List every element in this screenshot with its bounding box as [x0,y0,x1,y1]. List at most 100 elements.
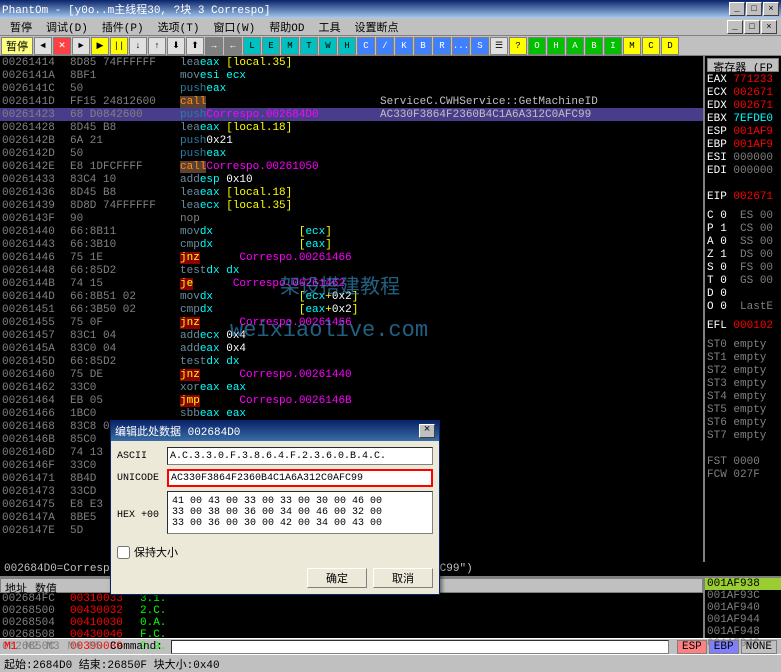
disasm-row[interactable]: 0026144066:8B11mov dx,word ptr ds:[ecx] [0,225,703,238]
tool-refs-icon[interactable]: R [433,37,451,55]
tool-b-icon[interactable]: B [585,37,603,55]
registers-panel[interactable]: 寄存器 (FP EAX 771233ECX 002671EDX 002671EB… [703,56,781,562]
disasm-row[interactable]: 0026142EE8 1DFCFFFFcall Correspo.0026105… [0,160,703,173]
disasm-row[interactable]: 0026144866:85D2test dx,dx [0,264,703,277]
m3[interactable]: M3 [46,641,59,653]
disasm-row[interactable]: 002614398D8D 74FFFFFFlea ecx,[local.35] [0,199,703,212]
tool-breakpoints-icon[interactable]: B [414,37,432,55]
window-title: PhantOm - [y0o..m主线程30, ?块 3 Correspo] [2,1,729,17]
disasm-row[interactable]: 0026141DFF15 24812600call dword ptr ds:[… [0,95,703,108]
tool-back-icon[interactable]: ◄ [34,37,52,55]
close-button[interactable]: × [763,2,779,16]
tool-log-icon[interactable]: L [243,37,261,55]
tool-memory-icon[interactable]: M [281,37,299,55]
stack-top: 001AF938 [705,578,781,590]
tool-c-icon[interactable]: C [642,37,660,55]
tool-pause-icon[interactable]: || [110,37,128,55]
command-input[interactable] [171,640,669,654]
tool-settings-icon[interactable]: ☰ [490,37,508,55]
disasm-row[interactable]: 0026143383C4 10add esp,0x10 [0,173,703,186]
disasm-row[interactable]: 0026145575 0Fjnz short Correspo.00261466 [0,316,703,329]
disasm-row[interactable]: 002614148D85 74FFFFFFlea eax,[local.35] [0,56,703,69]
hex-label: HEX +00 [117,510,167,521]
disasm-row[interactable]: 002614661BC0sbb eax,eax [0,407,703,420]
disasm-row[interactable]: 0026143F90nop [0,212,703,225]
tool-help-icon[interactable]: ? [509,37,527,55]
tool-a-icon[interactable]: A [566,37,584,55]
cancel-button[interactable]: 取消 [373,568,433,588]
disasm-row[interactable]: 002614368D45 B8lea eax,[local.18] [0,186,703,199]
keep-size-checkbox[interactable] [117,546,130,559]
disasm-row[interactable]: 00261464EB 05jmp short Correspo.0026146B [0,394,703,407]
tool-run-trace-icon[interactable]: ... [452,37,470,55]
tool-i-icon[interactable]: I [604,37,622,55]
disasm-row[interactable]: 0026142368 D0842600push Correspo.002684D… [0,108,703,121]
tool-windows-icon[interactable]: W [319,37,337,55]
menu-pause[interactable]: 暂停 [4,18,38,36]
tool-handles-icon[interactable]: H [338,37,356,55]
disasm-row[interactable]: 0026142B6A 21push 0x21 [0,134,703,147]
tool-h-icon[interactable]: H [547,37,565,55]
tool-o-icon[interactable]: O [528,37,546,55]
tool-close-icon[interactable]: ✕ [53,37,71,55]
dialog-close-button[interactable]: × [419,424,435,438]
disasm-row[interactable]: 0026145D66:85D2test dx,dx [0,355,703,368]
menu-help[interactable]: 帮助OD [263,18,310,36]
tool-step-in-icon[interactable]: ↓ [129,37,147,55]
tool-run-icon[interactable]: ▶ [91,37,109,55]
disasm-row[interactable]: 0026141A8BF1mov esi,ecx [0,69,703,82]
disasm-row[interactable]: 0026144B74 15je short Correspo.00261462 [0,277,703,290]
menu-options[interactable]: 选项(T) [152,18,206,36]
hex-display[interactable]: 41 00 43 00 33 00 33 00 30 00 46 00 33 0… [167,491,433,534]
menu-breakpoints[interactable]: 设置断点 [348,18,404,36]
child-maximize-button[interactable]: □ [744,20,760,34]
tool-m-icon[interactable]: M [623,37,641,55]
tool-source-icon[interactable]: S [471,37,489,55]
tool-step-over-icon[interactable]: ↑ [148,37,166,55]
m2[interactable]: M2 [25,641,38,653]
tool-d-icon[interactable]: D [661,37,679,55]
disasm-row[interactable]: 0026142D50push eax [0,147,703,160]
unicode-input[interactable] [167,469,433,487]
menu-window[interactable]: 窗口(W) [207,18,261,36]
tool-goto-icon[interactable]: → [205,37,223,55]
m5[interactable]: M5 [89,641,102,653]
disasm-row[interactable]: 0026144366:3B10cmp dx,word ptr ds:[eax] [0,238,703,251]
tag-ebp[interactable]: EBP [709,640,739,654]
tool-threads-icon[interactable]: T [300,37,318,55]
tool-callstack-icon[interactable]: K [395,37,413,55]
menu-debug[interactable]: 调试(D) [40,18,94,36]
disasm-row[interactable]: 0026141C50push eax [0,82,703,95]
child-minimize-button[interactable]: _ [727,20,743,34]
minimize-button[interactable]: _ [729,2,745,16]
ascii-input[interactable] [167,447,433,465]
disasm-row[interactable]: 0026146075 DEjnz short Correspo.00261440 [0,368,703,381]
tool-trace-in-icon[interactable]: ⬇ [167,37,185,55]
disasm-row[interactable]: 0026144D66:8B51 02mov dx,word ptr ds:[ec… [0,290,703,303]
disasm-row[interactable]: 0026145A83C0 04add eax,0x4 [0,342,703,355]
stack-panel[interactable]: 001AF938 001AF93C001AF940001AF944001AF94… [703,578,781,638]
disasm-row[interactable]: 0026145166:3B50 02cmp dx,word ptr ds:[ea… [0,303,703,316]
tool-play-icon[interactable]: ► [72,37,90,55]
tool-return-icon[interactable]: ← [224,37,242,55]
tool-cpu-icon[interactable]: C [357,37,375,55]
disasm-row[interactable]: 0026145783C1 04add ecx,0x4 [0,329,703,342]
tool-exe-icon[interactable]: E [262,37,280,55]
tool-patches-icon[interactable]: / [376,37,394,55]
edit-data-dialog: 编辑此处数据 002684D0 × ASCII UNICODE HEX +00 … [110,420,440,595]
status-bar: 起始:2684D0 结束:26850F 块大小:0x40 [0,654,781,670]
child-close-button[interactable]: × [761,20,777,34]
disasm-row[interactable]: 0026146233C0xor eax,eax [0,381,703,394]
menu-plugins[interactable]: 插件(P) [96,18,150,36]
ok-button[interactable]: 确定 [307,568,367,588]
tool-trace-over-icon[interactable]: ⬆ [186,37,204,55]
keep-size-label: 保持大小 [134,544,178,560]
disasm-row[interactable]: 002614288D45 B8lea eax,[local.18] [0,121,703,134]
m4[interactable]: M4 [68,641,81,653]
maximize-button[interactable]: □ [746,2,762,16]
tag-none[interactable]: NONE [741,640,777,654]
disasm-row[interactable]: 0026144675 1Ejnz short Correspo.00261466 [0,251,703,264]
menu-tools[interactable]: 工具 [312,18,346,36]
m1[interactable]: M1 [4,641,17,653]
tag-esp[interactable]: ESP [677,640,707,654]
